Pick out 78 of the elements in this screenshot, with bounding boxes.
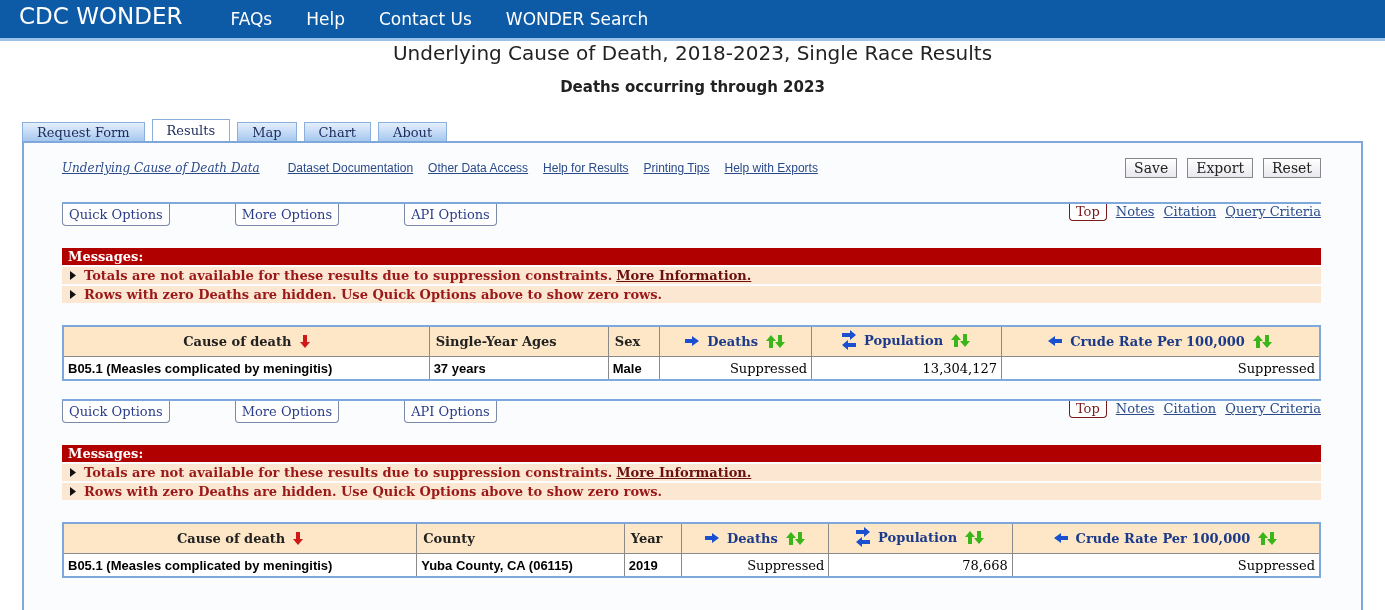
page-subtitle: Deaths occurring through 2023 <box>559 78 826 96</box>
table-cell: Suppressed <box>1237 360 1315 376</box>
sort-arrows-icon[interactable] <box>766 334 786 348</box>
link[interactable]: Query Criteria <box>1225 204 1321 219</box>
left-arrow-icon <box>1048 336 1063 347</box>
table-cell: Suppressed <box>1237 557 1315 573</box>
tab[interactable]: Chart <box>303 122 372 141</box>
link[interactable]: Dataset Documentation <box>287 161 414 175</box>
column-header[interactable]: Deaths <box>727 530 778 546</box>
options-tab[interactable]: More Options <box>234 204 340 226</box>
triangle-icon <box>70 487 76 496</box>
sort-arrows-icon[interactable] <box>951 333 972 347</box>
sort-arrows-icon[interactable] <box>1252 334 1273 348</box>
nav-link[interactable]: FAQs <box>230 9 273 29</box>
left-arrow-icon <box>1053 533 1068 544</box>
options-tab[interactable]: Quick Options <box>62 401 170 423</box>
action-button[interactable]: Export <box>1187 158 1254 178</box>
column-header[interactable]: Cause of death <box>176 531 286 546</box>
more-info-link[interactable]: More Information. <box>616 464 752 481</box>
table-cell: 78,668 <box>962 557 1008 573</box>
message-text: Rows with zero Deaths are hidden. Use Quick Options above to show zero rows. <box>84 483 663 500</box>
table-cell: Yuba County, CA (06115) <box>421 557 573 573</box>
link[interactable]: Help for Results <box>543 161 629 175</box>
table-cell: B05.1 (Measles complicated by meningitis) <box>68 557 333 573</box>
nav-link[interactable]: WONDER Search <box>505 9 649 29</box>
options-tab[interactable]: More Options <box>234 401 340 423</box>
column-header[interactable]: Cause of death <box>183 334 292 349</box>
down-arrow-icon <box>293 532 304 545</box>
tab[interactable]: Results <box>151 119 231 141</box>
table-cell: Suppressed <box>747 557 825 573</box>
action-button[interactable]: Reset <box>1263 158 1321 178</box>
link[interactable]: Notes <box>1115 204 1155 219</box>
link[interactable]: Underlying Cause of Death Data <box>62 161 260 175</box>
page-title: Underlying Cause of Death, 2018-2023, Single Race Results <box>391 41 994 65</box>
table-cell: Male <box>612 360 642 376</box>
link[interactable]: Help with Exports <box>724 161 818 175</box>
sort-arrows-icon[interactable] <box>1258 531 1279 545</box>
site-logo[interactable]: CDC WONDER <box>19 3 183 29</box>
messages-header: Messages: <box>62 445 1321 462</box>
link[interactable]: Other Data Access <box>428 161 529 175</box>
sort-arrows-icon[interactable] <box>965 530 986 544</box>
link[interactable]: Citation <box>1163 204 1217 219</box>
tab[interactable]: About <box>378 122 448 141</box>
link[interactable]: Citation <box>1163 401 1217 416</box>
top-button[interactable]: Top <box>1068 401 1107 418</box>
nav-link[interactable]: Help <box>306 9 345 29</box>
column-header[interactable]: Deaths <box>707 333 758 349</box>
messages-header: Messages: <box>62 248 1321 265</box>
down-arrow-icon <box>299 335 310 348</box>
table-cell: B05.1 (Measles complicated by meningitis) <box>68 360 333 376</box>
column-header[interactable]: County <box>423 531 475 546</box>
action-button[interactable]: Save <box>1125 158 1178 178</box>
more-info-link[interactable]: More Information. <box>616 267 752 284</box>
right-arrow-icon <box>685 336 700 347</box>
message-text: Rows with zero Deaths are hidden. Use Quick Options above to show zero rows. <box>84 286 663 303</box>
triangle-icon <box>70 271 76 280</box>
link[interactable]: Notes <box>1115 401 1155 416</box>
top-button[interactable]: Top <box>1068 204 1107 221</box>
options-tab[interactable]: Quick Options <box>62 204 170 226</box>
table-cell: 37 years <box>433 360 486 376</box>
link[interactable]: Query Criteria <box>1225 401 1321 416</box>
swap-arrows-icon <box>842 330 857 350</box>
options-tab[interactable]: API Options <box>404 204 497 226</box>
triangle-icon <box>70 468 76 477</box>
message-text: Totals are not available for these results due to suppression constraints. <box>84 267 613 284</box>
table-cell: Suppressed <box>729 360 808 376</box>
message-text: Totals are not available for these results due to suppression constraints. <box>84 464 613 481</box>
table-cell: 13,304,127 <box>922 360 998 376</box>
options-tab[interactable]: API Options <box>404 401 497 423</box>
sort-arrows-icon[interactable] <box>785 531 806 545</box>
tab[interactable]: Request Form <box>22 122 145 141</box>
table-cell: 2019 <box>628 557 658 573</box>
triangle-icon <box>70 290 76 299</box>
tab[interactable]: Map <box>237 122 297 141</box>
nav-link[interactable]: Contact Us <box>379 9 472 29</box>
swap-arrows-icon <box>856 527 871 547</box>
link[interactable]: Printing Tips <box>643 161 710 175</box>
right-arrow-icon <box>705 533 719 544</box>
